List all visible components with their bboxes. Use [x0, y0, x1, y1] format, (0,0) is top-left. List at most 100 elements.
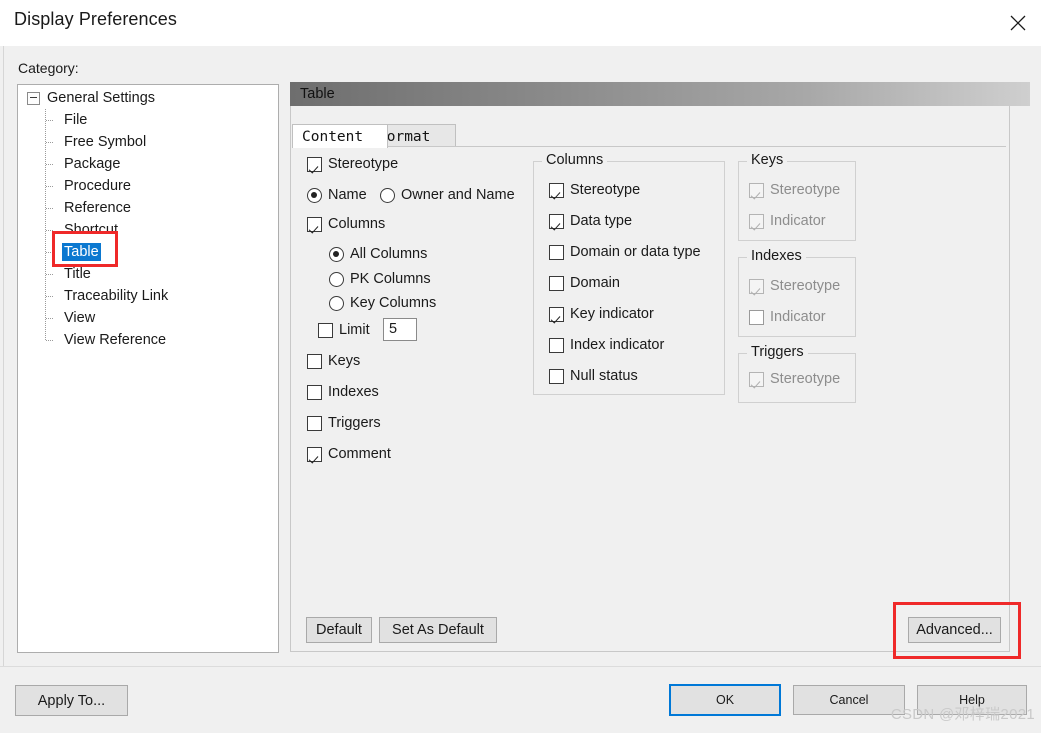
checkbox-label: Domain [570, 275, 620, 291]
tree-connector-icon [45, 219, 59, 241]
radio-label: Key Columns [350, 295, 437, 311]
checkbox-box [549, 182, 564, 198]
checkbox-box [749, 278, 764, 294]
tree-item-free-symbol[interactable]: Free Symbol [45, 131, 148, 153]
checkbox-box [318, 322, 333, 338]
radio-dot [329, 271, 344, 287]
checkbox-label: Indicator [770, 309, 826, 325]
checkbox-box [749, 371, 764, 387]
checkbox-box [549, 368, 564, 384]
radio-name[interactable]: Name [307, 187, 367, 203]
watermark: CSDN @邓梓瑞2021 [890, 706, 1035, 723]
tree-item-traceability-link[interactable]: Traceability Link [45, 285, 170, 307]
set-as-default-button[interactable]: Set As Default [379, 617, 497, 643]
display-preferences-dialog: Display Preferences Category: General Se… [0, 0, 1041, 733]
checkbox-box [307, 446, 322, 462]
tree-item-package[interactable]: Package [45, 153, 122, 175]
checkbox-label: Indicator [770, 213, 826, 229]
checkbox-indexes[interactable]: Indexes [307, 384, 382, 400]
checkbox-col-key-indicator[interactable]: Key indicator [549, 306, 660, 322]
tree-connector-icon [45, 241, 59, 263]
checkbox-label: Stereotype [328, 156, 399, 172]
close-icon[interactable] [995, 0, 1041, 46]
tab-content[interactable]: Content [292, 124, 388, 148]
apply-to-button[interactable]: Apply To... [15, 685, 128, 716]
checkbox-triggers[interactable]: Triggers [307, 415, 386, 431]
radio-dot [380, 187, 395, 203]
radio-label: Name [328, 187, 367, 203]
default-button[interactable]: Default [306, 617, 372, 643]
tree-item-general-settings[interactable]: General Settings [27, 87, 157, 109]
group-indexes: Indexes [738, 248, 856, 337]
tree-connector-icon [45, 263, 59, 285]
checkbox-col-data-type[interactable]: Data type [549, 213, 640, 229]
checkbox-col-index-indicator[interactable]: Index indicator [549, 337, 673, 353]
tree-item-procedure[interactable]: Procedure [45, 175, 133, 197]
radio-key-columns[interactable]: Key Columns [329, 295, 436, 311]
checkbox-comment[interactable]: Comment [307, 446, 400, 462]
tree-item-shortcut[interactable]: Shortcut [45, 219, 120, 241]
tree-item-table[interactable]: Table [45, 241, 101, 263]
tree-item-label: Traceability Link [64, 288, 169, 304]
tree-connector-icon [45, 109, 59, 131]
checkbox-columns[interactable]: Columns [307, 216, 388, 232]
checkbox-box [549, 306, 564, 322]
tree-item-label: Shortcut [64, 222, 118, 238]
tree-item-title[interactable]: Title [45, 263, 93, 285]
radio-all-columns[interactable]: All Columns [329, 246, 427, 262]
tree-item-file[interactable]: File [45, 109, 89, 131]
window-title: Display Preferences [14, 9, 177, 29]
tree-connector-icon [45, 197, 59, 219]
checkbox-limit[interactable]: Limit [318, 322, 370, 338]
checkbox-label: Stereotype [570, 182, 641, 198]
ok-button[interactable]: OK [669, 684, 781, 716]
tree-item-label: Table [62, 243, 101, 261]
checkbox-col-domain[interactable]: Domain [549, 275, 625, 291]
checkbox-label: Data type [570, 213, 633, 229]
checkbox-label: Comment [328, 446, 391, 462]
checkbox-box [749, 182, 764, 198]
checkbox-triggers-stereotype: Stereotype [749, 371, 842, 387]
tree-item-label: Reference [64, 200, 131, 216]
checkbox-box [307, 216, 322, 232]
tree-item-label: Procedure [64, 178, 131, 194]
checkbox-label: Null status [570, 368, 638, 384]
checkbox-col-domain-or-data-type[interactable]: Domain or data type [549, 244, 722, 260]
checkbox-indexes-indicator: Indicator [749, 309, 830, 325]
panel-header: Table [290, 82, 1030, 106]
radio-dot [329, 295, 344, 311]
tree-connector-icon [45, 307, 59, 329]
tab-content-label: Content [302, 128, 364, 145]
radio-label: PK Columns [350, 271, 431, 287]
cancel-button[interactable]: Cancel [793, 685, 905, 715]
checkbox-keys-indicator: Indicator [749, 213, 830, 229]
category-tree[interactable]: General Settings File Free Symbol Package Pr… [17, 84, 279, 653]
radio-dot [307, 187, 322, 203]
checkbox-col-stereotype[interactable]: Stereotype [549, 182, 648, 198]
tree-item-label: View Reference [64, 332, 167, 348]
tree-item-view[interactable]: View [45, 307, 97, 329]
group-keys-title: Keys [747, 152, 788, 168]
tree-item-label: Package [64, 156, 121, 172]
limit-input[interactable]: 5 [383, 318, 417, 341]
checkbox-label: Stereotype [770, 371, 841, 387]
radio-owner-and-name[interactable]: Owner and Name [380, 187, 515, 203]
tree-item-view-reference[interactable]: View Reference [45, 329, 168, 351]
checkbox-col-null-status[interactable]: Null status [549, 368, 640, 384]
checkbox-stereotype[interactable]: Stereotype [307, 156, 403, 172]
checkbox-box [307, 384, 322, 400]
tree-item-label: Title [64, 266, 91, 282]
checkbox-box [749, 213, 764, 229]
tree-connector-icon [45, 175, 59, 197]
checkbox-label: Index indicator [570, 337, 665, 353]
checkbox-box [307, 156, 322, 172]
checkbox-label: Domain or data type [570, 244, 701, 260]
advanced-button[interactable]: Advanced... [908, 617, 1001, 643]
checkbox-indexes-stereotype: Stereotype [749, 278, 842, 294]
radio-pk-columns[interactable]: PK Columns [329, 271, 431, 287]
tabstrip: Content Format [292, 124, 1008, 148]
tree-expander-minus-icon[interactable] [27, 91, 40, 105]
tree-item-label: View [64, 310, 96, 326]
checkbox-keys[interactable]: Keys [307, 353, 360, 369]
tree-item-reference[interactable]: Reference [45, 197, 133, 219]
